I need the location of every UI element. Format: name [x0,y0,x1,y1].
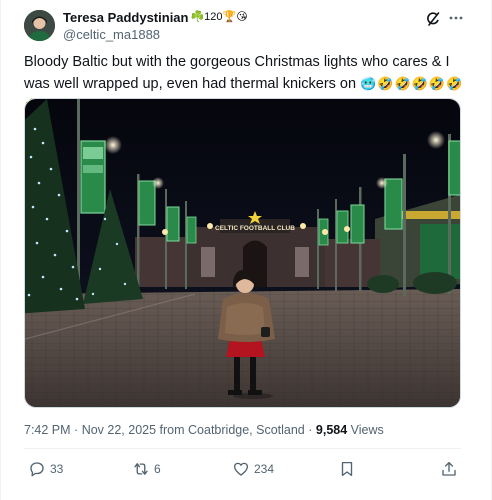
bookmark-icon [341,461,353,477]
avatar-image [24,10,55,41]
like-button[interactable]: 234 [232,458,274,480]
stadium-night-photo: CELTIC FOOTBALL CLUB [25,99,460,407]
tweet-location: from Coatbridge, Scotland [159,423,305,437]
meta-separator-2: · [308,423,313,437]
stadium-sign: CELTIC FOOTBALL CLUB [215,225,295,232]
share-button[interactable] [440,458,458,480]
meta-separator-1: · [74,423,79,437]
divider [24,448,461,449]
tweet-actions: 33 6 234 [24,458,461,482]
like-icon [233,462,249,476]
tweet-meta: 7:42 PM · Nov 22, 2025 from Coatbridge, … [24,423,384,437]
share-icon [442,461,456,476]
reply-icon [30,462,44,477]
author-name-emojis: ☘️120🏆😘 [190,11,248,23]
repost-icon [134,463,148,475]
author-name-row[interactable]: Teresa Paddystinian ☘️120🏆😘 [63,10,248,25]
more-icon[interactable] [447,10,465,26]
tweet-card: Teresa Paddystinian ☘️120🏆😘 @celtic_ma18… [0,0,492,500]
views-label: Views [350,423,384,437]
avatar[interactable] [24,10,55,41]
views-count[interactable]: 9,584 [316,423,347,437]
tweet-photo[interactable]: CELTIC FOOTBALL CLUB [24,98,461,408]
tweet-time[interactable]: 7:42 PM [24,423,71,437]
author-display-name[interactable]: Teresa Paddystinian [63,10,188,25]
bookmark-button[interactable] [338,458,356,480]
like-count: 234 [254,462,275,476]
tweet-date[interactable]: Nov 22, 2025 [82,423,156,437]
reply-count: 33 [50,462,64,476]
repost-button[interactable]: 6 [132,458,161,480]
reply-button[interactable]: 33 [28,458,63,480]
grok-icon[interactable] [425,11,441,27]
author-handle[interactable]: @celtic_ma1888 [63,27,160,42]
repost-count: 6 [154,462,161,476]
